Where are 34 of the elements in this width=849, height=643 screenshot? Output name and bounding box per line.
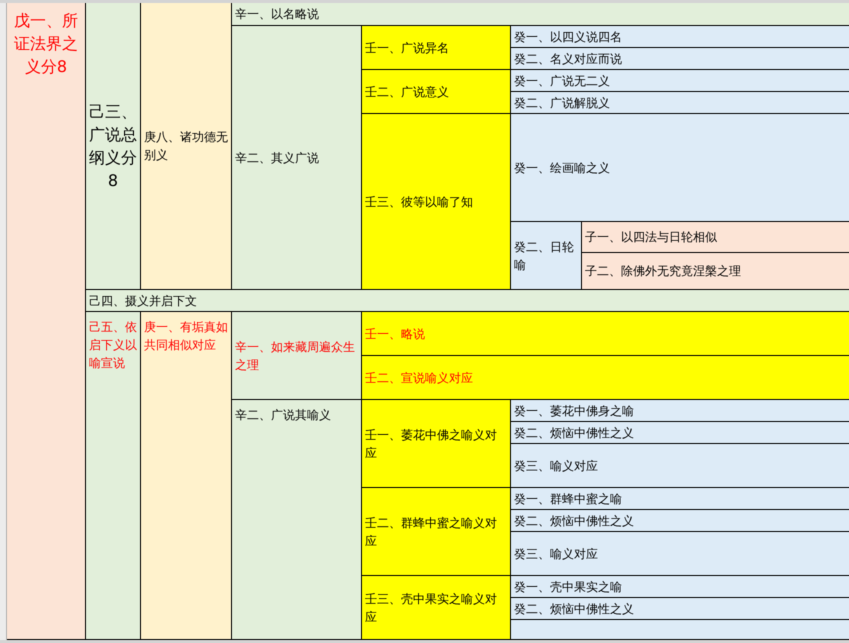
outline-cell: 庚八、诸功德无别义 (141, 3, 231, 289)
outline-cell: 辛二、广说其喻义 (232, 400, 361, 639)
outline-cell: 己五、依启下义以喻宣说 (86, 312, 140, 639)
outline-cell: 辛一、如来藏周遍众生之理 (232, 312, 361, 399)
outline-cell: 壬三、壳中果实之喻义对应 (362, 576, 510, 639)
outline-cell: 癸二、日轮喻 (511, 222, 581, 289)
outline-cell: 癸二、广说解脱义 (511, 92, 849, 113)
outline-cell: 子一、以四法与日轮相似 (582, 222, 849, 252)
outline-cell: 庚一、有垢真如共同相似对应 (141, 312, 231, 639)
outline-cell: 癸二、烦恼中佛性之义 (511, 598, 849, 619)
outline-cell: 癸一、萎花中佛身之喻 (511, 400, 849, 421)
outline-cell: 壬二、宣说喻义对应 (362, 356, 849, 399)
outline-cell: 癸一、以四义说四名 (511, 26, 849, 47)
outline-cell: 癸一、群蜂中蜜之喻 (511, 488, 849, 509)
outline-cell: 子二、除佛外无究竟涅槃之理 (582, 253, 849, 289)
outline-cell: 癸一、绘画喻之义 (511, 114, 849, 221)
outline-cell: 己四、摄义并启下文 (86, 290, 849, 311)
outline-cell: 癸三、喻义对应 (511, 444, 849, 487)
outline-cell: 壬二、广说意义 (362, 70, 510, 113)
outline-cell: 辛二、其义广说 (232, 26, 361, 289)
outline-cell: 辛一、以名略说 (232, 3, 849, 25)
outline-cell: 己三、广说总纲义分8 (86, 3, 140, 289)
outline-cell: 癸二、烦恼中佛性之义 (511, 510, 849, 531)
outline-cell: 壬一、萎花中佛之喻义对应 (362, 400, 510, 487)
outline-cell: 壬三、彼等以喻了知 (362, 114, 510, 289)
outline-cell: 壬一、略说 (362, 312, 849, 355)
outline-cell: 癸二、烦恼中佛性之义 (511, 422, 849, 443)
outline-cell: 癸二、名义对应而说 (511, 48, 849, 69)
outline-cell: 壬一、广说异名 (362, 26, 510, 69)
outline-cell: 癸一、壳中果实之喻 (511, 576, 849, 597)
outline-cell: 戊一、所证法界之义分8 (7, 3, 85, 639)
outline-cell: 壬二、群蜂中蜜之喻义对应 (362, 488, 510, 575)
outline-cell: 癸三、喻义对应 (511, 532, 849, 575)
outline-cell: 癸一、广说无二义 (511, 70, 849, 91)
